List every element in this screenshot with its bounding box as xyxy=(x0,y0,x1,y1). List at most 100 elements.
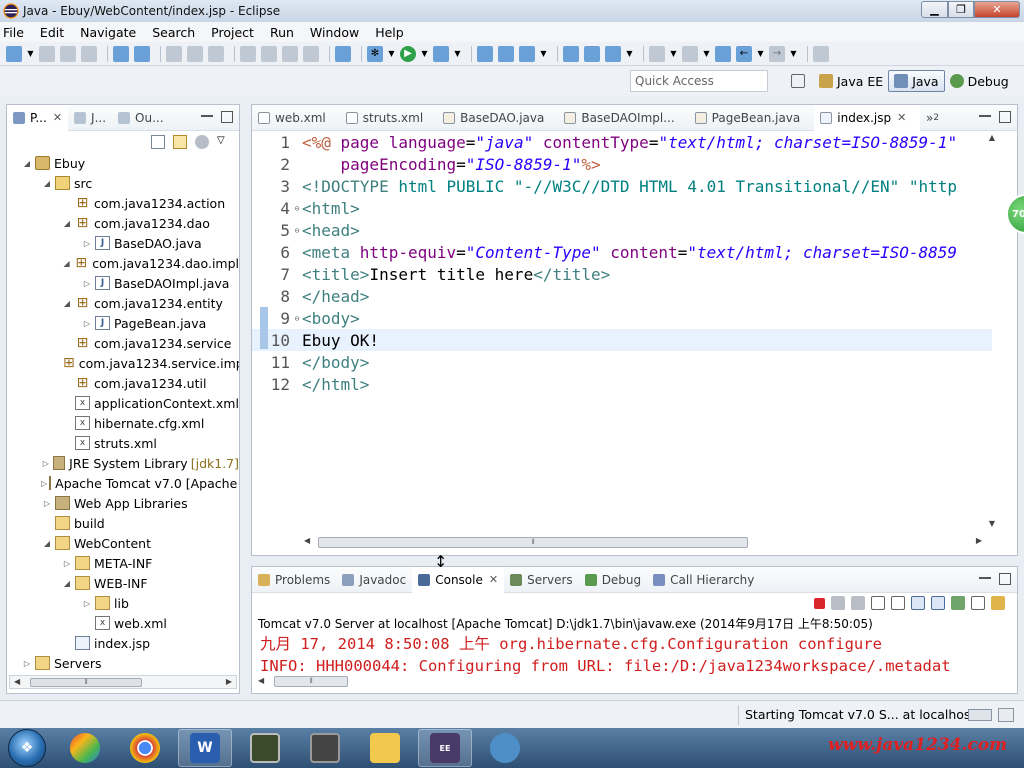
taskbar-chrome[interactable] xyxy=(118,729,172,767)
run-dropdown-icon[interactable]: ▼ xyxy=(421,46,428,62)
new-dropdown-icon[interactable]: ▼ xyxy=(27,46,34,62)
view-menu-icon[interactable]: ▽ xyxy=(217,135,231,149)
editor-tab[interactable]: struts.xml xyxy=(340,105,437,131)
print-icon[interactable] xyxy=(81,45,97,62)
link-with-editor-icon[interactable] xyxy=(173,135,187,149)
tree-item[interactable]: ▷ Web App Libraries xyxy=(7,493,239,513)
code-line[interactable]: 3 <!DOCTYPE html PUBLIC "-//W3C//DTD HTML… xyxy=(252,175,992,197)
open-console-icon[interactable] xyxy=(113,45,129,62)
code-line[interactable]: 8 </head> xyxy=(252,285,992,307)
new-java-project-icon[interactable] xyxy=(477,45,493,62)
build-icon[interactable] xyxy=(134,45,150,62)
run-icon[interactable]: ▶ xyxy=(400,45,416,62)
remove-all-terminated-icon[interactable] xyxy=(851,596,865,610)
clear-console-icon[interactable] xyxy=(871,596,885,610)
open-perspective-button[interactable] xyxy=(786,70,814,92)
code-line[interactable]: 10 Ebuy OK! xyxy=(252,329,992,351)
tree-item[interactable]: ▷ Apache Tomcat v7.0 [Apache Tomcat v7.0] xyxy=(7,473,239,493)
console-tab[interactable]: Servers xyxy=(504,567,579,593)
code-line[interactable]: 4 ⊖ <html> xyxy=(252,197,992,219)
collapsed-arrow-icon[interactable]: ▷ xyxy=(41,459,51,468)
collapsed-arrow-icon[interactable]: ▷ xyxy=(81,279,93,288)
redo-icon[interactable] xyxy=(187,45,203,62)
tree-item[interactable]: x applicationContext.xml xyxy=(7,393,239,413)
new-class-icon[interactable] xyxy=(519,45,535,62)
menu-project[interactable]: Project xyxy=(211,25,254,40)
menu-navigate[interactable]: Navigate xyxy=(80,25,136,40)
maximize-view-icon[interactable] xyxy=(221,111,233,123)
close-icon[interactable]: ✕ xyxy=(53,111,62,124)
menu-edit[interactable]: Edit xyxy=(40,25,64,40)
code-line[interactable]: 12 </html> xyxy=(252,373,992,395)
tree-item[interactable]: x struts.xml xyxy=(7,433,239,453)
scroll-up-arrow[interactable]: ▲ xyxy=(989,133,995,142)
maximize-editor-icon[interactable] xyxy=(999,111,1011,123)
tree-item[interactable]: build xyxy=(7,513,239,533)
tree-item[interactable]: ◢ ⊞ com.java1234.dao xyxy=(7,213,239,233)
minimize-view-icon[interactable] xyxy=(201,111,213,117)
show-on-stderr-icon[interactable] xyxy=(931,596,945,610)
expanded-arrow-icon[interactable]: ◢ xyxy=(41,539,53,548)
code-line[interactable]: 5 ⊖ <head> xyxy=(252,219,992,241)
remove-launch-icon[interactable] xyxy=(831,596,845,610)
console-tab[interactable]: Problems xyxy=(252,567,336,593)
close-icon[interactable]: ✕ xyxy=(489,573,498,586)
tree-item[interactable]: x hibernate.cfg.xml xyxy=(7,413,239,433)
code-line[interactable]: 9 ⊖ <body> xyxy=(252,307,992,329)
taskbar-mysql[interactable] xyxy=(478,729,532,767)
tree-item[interactable]: ◢ WEB-INF xyxy=(7,573,239,593)
tree-item[interactable]: ◢ WebContent xyxy=(7,533,239,553)
tree-item[interactable]: ▷ J BaseDAO.java xyxy=(7,233,239,253)
scroll-down-arrow[interactable]: ▼ xyxy=(989,519,995,528)
tree-item[interactable]: ◢ ⊞ com.java1234.dao.impl xyxy=(7,253,239,273)
console-tab[interactable]: Debug xyxy=(579,567,647,593)
fold-toggle-icon[interactable]: ⊖ xyxy=(292,204,302,213)
tree-item[interactable]: ⊞ com.java1234.service xyxy=(7,333,239,353)
open-console-icon[interactable] xyxy=(991,596,1005,610)
expanded-arrow-icon[interactable]: ◢ xyxy=(21,159,33,168)
taskbar-explorer[interactable] xyxy=(358,729,412,767)
console-tab[interactable]: Call Hierarchy xyxy=(647,567,760,593)
tab-outline[interactable]: Ou... xyxy=(112,105,170,131)
collapsed-arrow-icon[interactable]: ▷ xyxy=(41,479,47,488)
taskbar-app-4[interactable] xyxy=(238,729,292,767)
tree-item[interactable]: ▷ J PageBean.java xyxy=(7,313,239,333)
tree-item[interactable]: ▷ JRE System Library [jdk1.7] xyxy=(7,453,239,473)
collapsed-arrow-icon[interactable]: ▷ xyxy=(81,599,93,608)
show-on-stdout-icon[interactable] xyxy=(911,596,925,610)
quick-access-input[interactable]: Quick Access xyxy=(630,70,768,92)
editor-tab[interactable]: BaseDAOImpl... xyxy=(558,105,688,131)
minimize-button[interactable]: ▁ xyxy=(921,1,948,18)
search-dropdown-icon[interactable]: ▼ xyxy=(626,46,633,62)
start-button[interactable]: ❖ xyxy=(8,729,46,767)
refresh-icon[interactable] xyxy=(208,45,224,62)
code-line[interactable]: 7 <title>Insert title here</title> xyxy=(252,263,992,285)
editor-tab[interactable]: web.xml xyxy=(252,105,340,131)
previous-annotation-icon[interactable] xyxy=(682,45,698,62)
tree-item[interactable]: ◢ src xyxy=(7,173,239,193)
collapse-all-icon[interactable] xyxy=(151,135,165,149)
menu-run[interactable]: Run xyxy=(270,25,294,40)
editor-horizontal-scrollbar[interactable]: ◀ ⦀ ▶ xyxy=(302,535,982,549)
console-horizontal-scrollbar[interactable]: ◀ ⦀ xyxy=(256,675,996,689)
fold-toggle-icon[interactable]: ⊖ xyxy=(292,226,302,235)
open-task-icon[interactable] xyxy=(584,45,600,62)
expanded-arrow-icon[interactable]: ◢ xyxy=(61,579,73,588)
code-editor[interactable]: 1 <%@ page language="java" contentType="t… xyxy=(252,131,992,531)
tree-item[interactable]: index.jsp xyxy=(7,633,239,653)
perspective-debug[interactable]: Debug xyxy=(945,70,1014,92)
scroll-lock-icon[interactable] xyxy=(891,596,905,610)
save-icon[interactable] xyxy=(39,45,55,62)
tree-item[interactable]: ◢ Ebuy xyxy=(7,153,239,173)
maximize-console-icon[interactable] xyxy=(999,573,1011,585)
perspective-java-ee[interactable]: Java EE xyxy=(814,70,888,92)
terminate-icon[interactable] xyxy=(282,45,298,62)
disconnect-icon[interactable] xyxy=(303,45,319,62)
menu-help[interactable]: Help xyxy=(375,25,404,40)
collapsed-arrow-icon[interactable]: ▷ xyxy=(81,319,93,328)
tree-item[interactable]: ▷ J BaseDAOImpl.java xyxy=(7,273,239,293)
display-console-icon[interactable] xyxy=(971,596,985,610)
console-tab[interactable]: Javadoc xyxy=(336,567,412,593)
search-icon[interactable] xyxy=(605,45,621,62)
taskbar-app-5[interactable] xyxy=(298,729,352,767)
